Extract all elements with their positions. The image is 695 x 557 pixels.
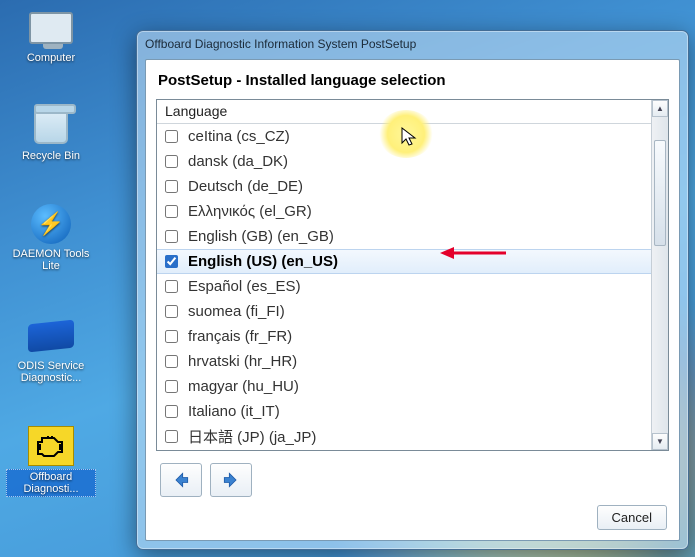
engine-icon: [28, 426, 74, 466]
language-label: 日本語 (JP) (ja_JP): [188, 426, 316, 447]
dialog-window: Offboard Diagnostic Information System P…: [136, 30, 689, 550]
language-row[interactable]: dansk (da_DK): [157, 149, 651, 174]
language-row[interactable]: français (fr_FR): [157, 324, 651, 349]
desktop-icon-label: Offboard Diagnosti...: [6, 469, 96, 497]
lightning-icon: ⚡: [31, 204, 71, 244]
language-list: Language ceItina (cs_CZ)dansk (da_DK) Deu…: [156, 99, 669, 451]
language-checkbox[interactable]: [165, 255, 178, 268]
page-heading: PostSetup - Installed language selection: [158, 72, 669, 89]
back-button[interactable]: [160, 463, 202, 497]
language-checkbox[interactable]: [165, 405, 178, 418]
desktop-icon-daemon-tools[interactable]: ⚡ DAEMON Tools Lite: [6, 204, 96, 273]
scrollbar[interactable]: ▲ ▼: [651, 100, 668, 450]
language-row[interactable]: English (US) (en_US): [157, 249, 651, 274]
language-label: Italiano (it_IT): [188, 403, 280, 420]
next-button[interactable]: [210, 463, 252, 497]
language-checkbox[interactable]: [165, 330, 178, 343]
arrow-right-icon: [221, 470, 241, 490]
desktop-icon-label: Recycle Bin: [6, 149, 96, 163]
computer-icon: [29, 12, 73, 44]
window-title: Offboard Diagnostic Information System P…: [145, 37, 416, 51]
language-label: English (GB) (en_GB): [188, 228, 334, 245]
recycle-bin-icon: [34, 108, 68, 144]
language-label: Español (es_ES): [188, 278, 301, 295]
language-row[interactable]: Italiano (it_IT): [157, 399, 651, 424]
language-row[interactable]: ceItina (cs_CZ): [157, 124, 651, 149]
language-checkbox[interactable]: [165, 155, 178, 168]
scroll-up-button[interactable]: ▲: [652, 100, 668, 117]
client-area: PostSetup - Installed language selection…: [145, 59, 680, 541]
language-checkbox[interactable]: [165, 130, 178, 143]
desktop-icon-label: DAEMON Tools Lite: [6, 247, 96, 273]
cancel-button[interactable]: Cancel: [597, 505, 667, 530]
scroll-down-button[interactable]: ▼: [652, 433, 668, 450]
language-row[interactable]: English (GB) (en_GB): [157, 224, 651, 249]
language-checkbox[interactable]: [165, 230, 178, 243]
language-label: français (fr_FR): [188, 328, 292, 345]
odis-icon: [28, 320, 74, 353]
desktop-icon-computer[interactable]: Computer: [6, 8, 96, 65]
language-label: suomea (fi_FI): [188, 303, 285, 320]
title-bar[interactable]: Offboard Diagnostic Information System P…: [137, 31, 688, 57]
arrow-left-icon: [171, 470, 191, 490]
language-checkbox[interactable]: [165, 205, 178, 218]
language-checkbox[interactable]: [165, 355, 178, 368]
desktop-icon-label: ODIS Service Diagnostic...: [6, 359, 96, 385]
language-checkbox[interactable]: [165, 280, 178, 293]
desktop-icon-offboard[interactable]: Offboard Diagnosti...: [6, 426, 96, 497]
language-label: English (US) (en_US): [188, 253, 338, 270]
language-label: Deutsch (de_DE): [188, 178, 303, 195]
language-checkbox[interactable]: [165, 180, 178, 193]
language-label: magyar (hu_HU): [188, 378, 299, 395]
language-checkbox[interactable]: [165, 305, 178, 318]
column-header-language[interactable]: Language: [157, 100, 668, 124]
language-row[interactable]: Español (es_ES): [157, 274, 651, 299]
language-label: dansk (da_DK): [188, 153, 288, 170]
language-row[interactable]: magyar (hu_HU): [157, 374, 651, 399]
language-row[interactable]: 日本語 (JP) (ja_JP): [157, 424, 651, 449]
language-row[interactable]: suomea (fi_FI): [157, 299, 651, 324]
language-checkbox[interactable]: [165, 380, 178, 393]
language-label: Ελληνικός (el_GR): [188, 203, 312, 220]
language-label: hrvatski (hr_HR): [188, 353, 297, 370]
language-row[interactable]: Ελληνικός (el_GR): [157, 199, 651, 224]
desktop-icon-label: Computer: [6, 51, 96, 65]
desktop-icon-odis[interactable]: ODIS Service Diagnostic...: [6, 316, 96, 385]
desktop-icon-recycle-bin[interactable]: Recycle Bin: [6, 106, 96, 163]
language-row[interactable]: hrvatski (hr_HR): [157, 349, 651, 374]
language-row[interactable]: Deutsch (de_DE): [157, 174, 651, 199]
language-label: ceItina (cs_CZ): [188, 128, 290, 145]
scroll-thumb[interactable]: [654, 140, 666, 246]
language-checkbox[interactable]: [165, 430, 178, 443]
